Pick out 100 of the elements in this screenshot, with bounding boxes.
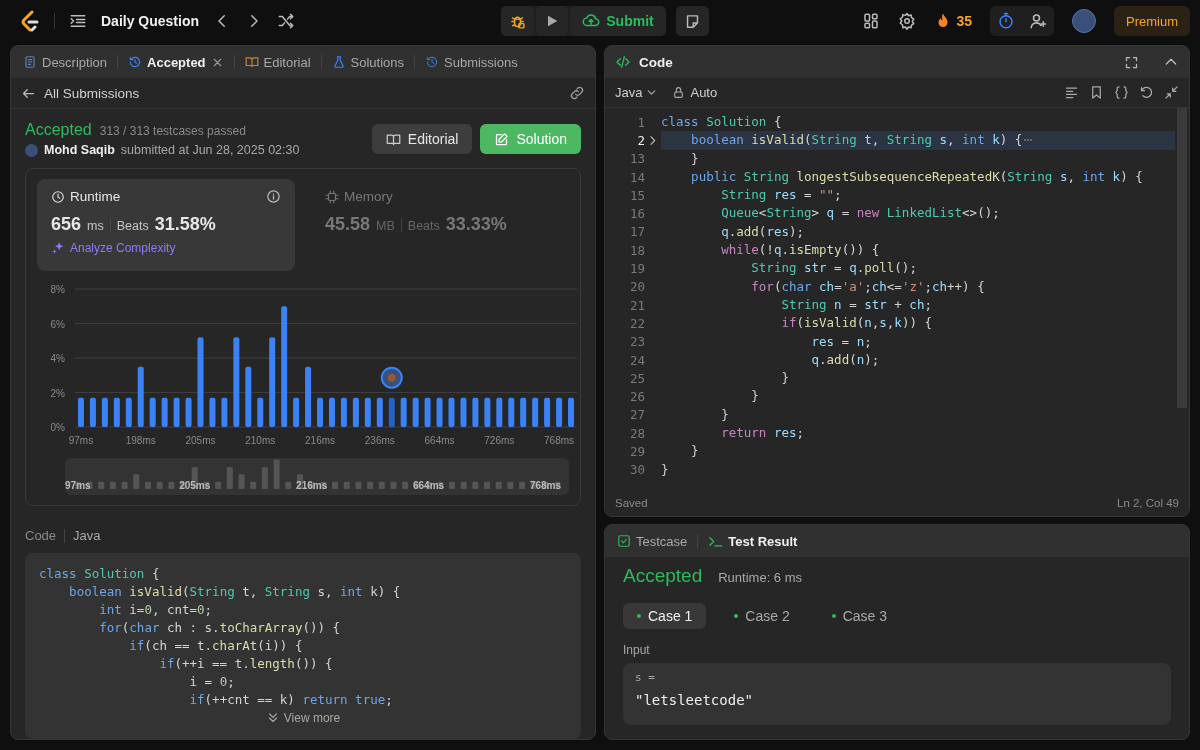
language-dropdown[interactable]: Java xyxy=(615,85,659,100)
notes-button[interactable] xyxy=(675,6,709,36)
run-button[interactable] xyxy=(536,6,569,36)
checkbox-icon xyxy=(617,534,631,548)
braces-icon[interactable] xyxy=(1114,85,1129,100)
bar[interactable] xyxy=(496,397,503,427)
panel-tab[interactable]: Submissions xyxy=(423,54,520,70)
view-more-link[interactable]: View more xyxy=(39,711,567,725)
bar[interactable] xyxy=(400,397,407,427)
bar[interactable] xyxy=(113,397,120,427)
settings-icon[interactable] xyxy=(898,12,917,30)
bar[interactable] xyxy=(293,397,300,427)
panel-tab[interactable]: Testcase xyxy=(615,533,690,549)
bar[interactable] xyxy=(448,397,455,427)
bar[interactable] xyxy=(424,397,431,427)
auto-mode[interactable]: Auto xyxy=(672,85,718,100)
bar[interactable] xyxy=(137,366,144,427)
stat-tile[interactable]: Runtime 656 ms Beats 31.58% Analyze Complexity xyxy=(37,179,295,271)
code-line: String res = ""; xyxy=(720,186,842,205)
bar[interactable] xyxy=(305,366,312,427)
case-tab[interactable]: Case 2 xyxy=(720,603,804,629)
bar[interactable] xyxy=(508,397,515,427)
bar[interactable] xyxy=(89,397,96,427)
reset-icon[interactable] xyxy=(1139,85,1154,100)
user-name[interactable]: Mohd Saqib xyxy=(44,143,115,157)
logo[interactable] xyxy=(20,10,40,32)
line-number: 18 xyxy=(628,242,645,258)
line-number: 23 xyxy=(628,334,645,350)
submission-time: submitted at Jun 28, 2025 02:30 xyxy=(120,143,300,157)
save-status: Saved xyxy=(615,497,648,509)
streak-counter[interactable]: 35 xyxy=(934,12,972,30)
bar[interactable] xyxy=(281,306,288,427)
bar[interactable] xyxy=(412,397,419,427)
analyze-complexity-link[interactable]: Analyze Complexity xyxy=(70,241,176,255)
bar[interactable] xyxy=(329,397,335,427)
code-line: Queue<String> q = new LinkedList<>(); xyxy=(720,204,1000,223)
format-icon[interactable] xyxy=(1064,85,1079,100)
beats-label: Beats xyxy=(116,219,149,233)
bookmark-icon[interactable] xyxy=(1089,85,1104,100)
bar[interactable] xyxy=(185,397,192,427)
bar[interactable] xyxy=(209,397,216,427)
panel-tab[interactable]: Test Result xyxy=(706,533,800,549)
bar[interactable] xyxy=(376,397,383,427)
bar[interactable] xyxy=(388,397,395,427)
overview-label: 97ms xyxy=(65,480,91,491)
link-icon[interactable] xyxy=(569,85,585,101)
bar[interactable] xyxy=(101,397,108,427)
bar[interactable] xyxy=(149,397,156,427)
bar[interactable] xyxy=(520,397,527,427)
case-tab[interactable]: Case 1 xyxy=(623,603,707,629)
bar[interactable] xyxy=(78,397,84,427)
bar[interactable] xyxy=(257,397,264,427)
bar[interactable] xyxy=(161,397,168,427)
result-status: Accepted xyxy=(623,565,703,587)
axis-label: 2% xyxy=(50,387,65,399)
info-icon[interactable] xyxy=(266,189,281,204)
bar[interactable] xyxy=(472,397,479,427)
line-number: 30 xyxy=(628,462,645,478)
panel-tab[interactable]: Description xyxy=(21,54,110,70)
bar[interactable] xyxy=(125,397,132,427)
bar[interactable] xyxy=(269,337,276,427)
code-label: Code xyxy=(25,528,57,543)
bar[interactable] xyxy=(221,397,228,427)
avatar[interactable] xyxy=(1072,9,1096,33)
panel-tab[interactable]: Accepted xyxy=(126,54,226,70)
list-icon[interactable] xyxy=(69,12,87,30)
bar[interactable] xyxy=(340,397,347,427)
minimize-icon[interactable] xyxy=(1164,85,1179,100)
bar[interactable] xyxy=(556,397,563,427)
case-tab[interactable]: Case 3 xyxy=(817,603,902,629)
bar[interactable] xyxy=(532,397,539,427)
add-user-icon[interactable] xyxy=(1029,12,1047,30)
fullscreen-icon[interactable] xyxy=(1124,54,1139,70)
bar[interactable] xyxy=(436,397,443,427)
panel-tab[interactable]: Editorial xyxy=(242,54,313,70)
panel-tab[interactable]: Solutions xyxy=(329,54,406,70)
bar[interactable] xyxy=(317,397,323,427)
bar[interactable] xyxy=(245,366,252,427)
sparkle-icon xyxy=(51,241,65,255)
bar[interactable] xyxy=(233,337,240,427)
bar[interactable] xyxy=(460,397,467,427)
problem-list-title[interactable]: Daily Question xyxy=(101,13,200,29)
bar[interactable] xyxy=(173,397,180,427)
bar[interactable] xyxy=(544,397,551,427)
layout-icon[interactable] xyxy=(862,12,881,30)
code-line: String str = q.poll(); xyxy=(750,259,917,278)
debug-button[interactable] xyxy=(501,6,535,36)
shuffle-icon[interactable] xyxy=(277,12,296,30)
editorial-button[interactable]: Editorial xyxy=(371,124,473,154)
overview-label: 205ms xyxy=(179,480,211,491)
bar[interactable] xyxy=(568,397,574,427)
premium-button[interactable]: Premium xyxy=(1114,6,1190,36)
bar[interactable] xyxy=(484,397,491,427)
submit-button[interactable]: Submit xyxy=(570,6,666,36)
bar[interactable] xyxy=(364,397,371,427)
line-number: 1 xyxy=(636,114,645,130)
timer-icon[interactable] xyxy=(997,12,1015,30)
bar[interactable] xyxy=(352,397,359,427)
all-submissions-link[interactable]: All Submissions xyxy=(44,85,140,101)
code-line: } xyxy=(690,442,699,461)
